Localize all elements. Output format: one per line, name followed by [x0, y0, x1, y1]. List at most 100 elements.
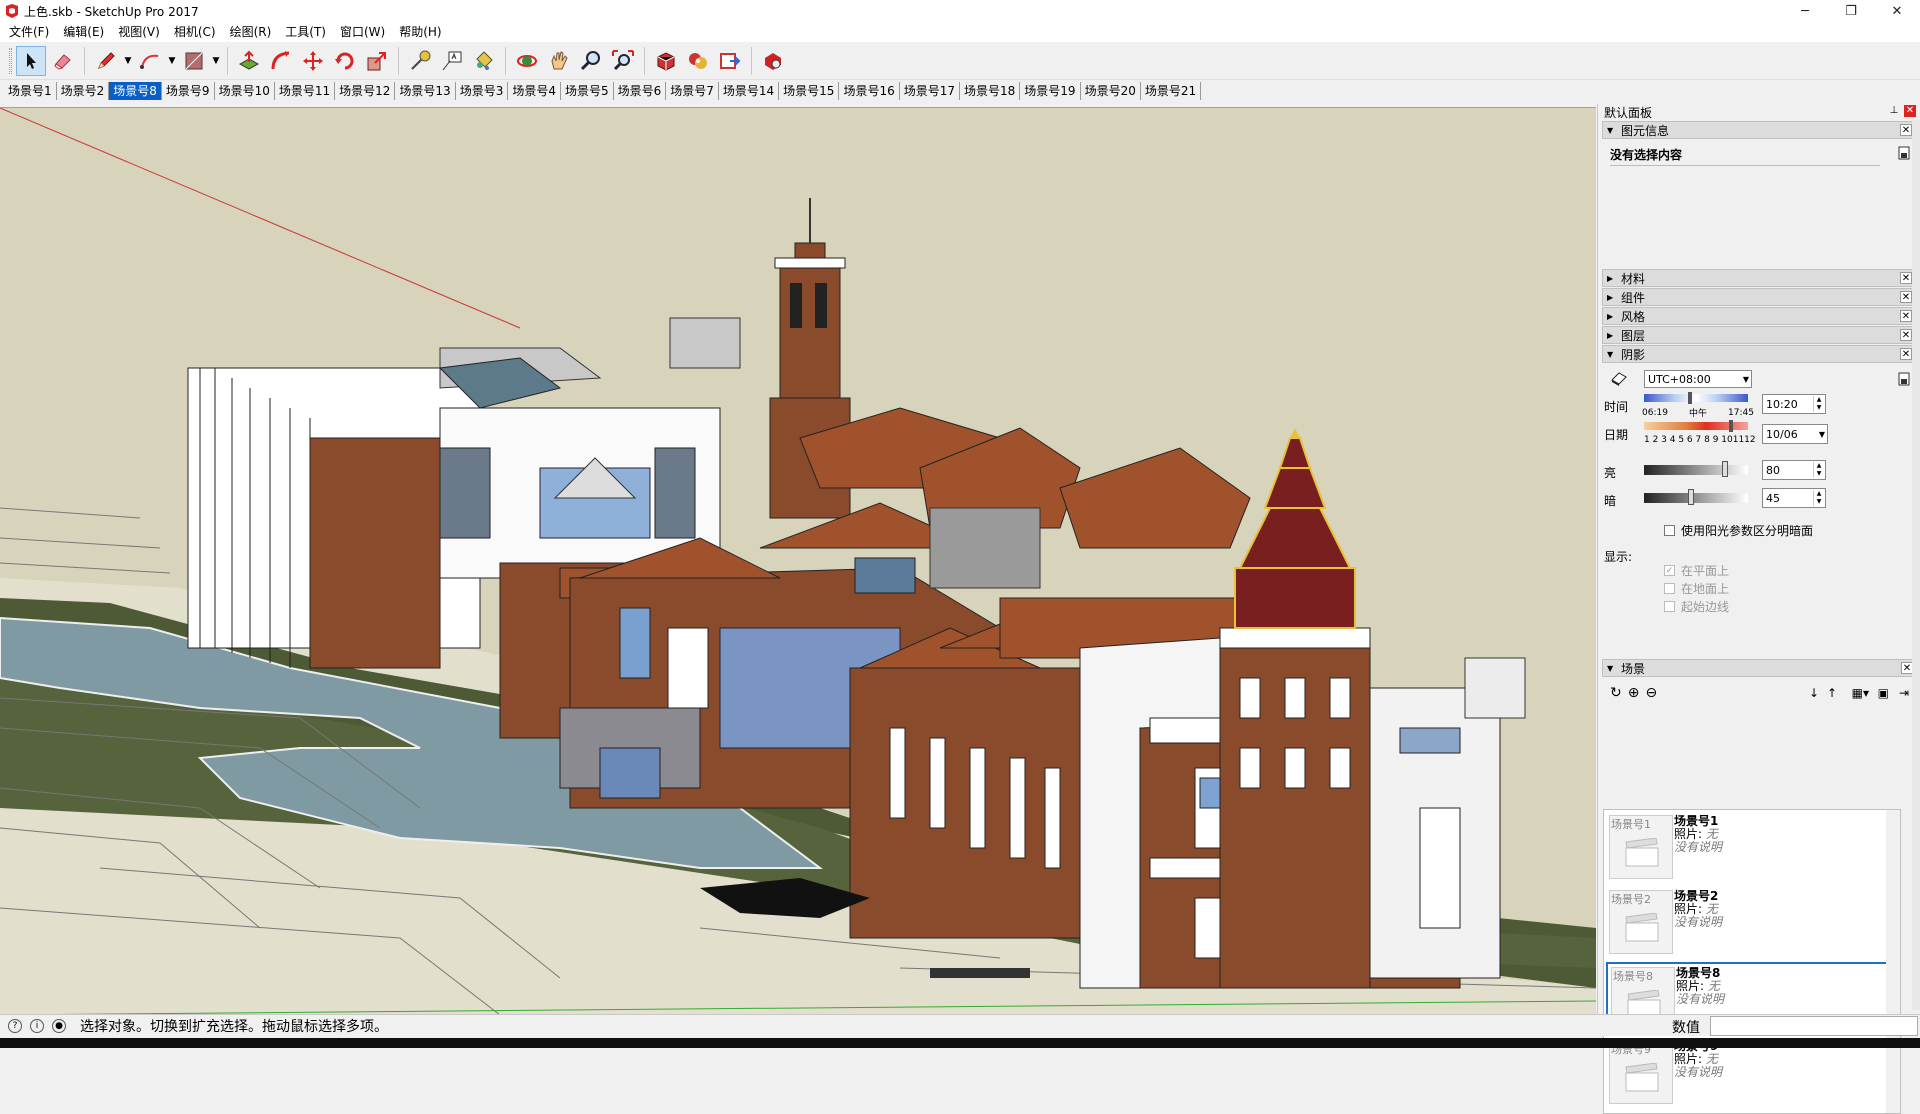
scene-tab[interactable]: 场景号13: [395, 82, 456, 100]
measurements-input[interactable]: [1710, 1016, 1918, 1036]
scene-tab[interactable]: 场景号10: [215, 82, 275, 100]
panel-close-icon[interactable]: ✕: [1900, 291, 1912, 303]
time-slider-handle[interactable]: [1688, 392, 1692, 404]
close-window-button[interactable]: ✕: [1874, 0, 1920, 22]
toolbar-grip[interactable]: [9, 47, 12, 74]
from-edges-checkbox[interactable]: [1664, 601, 1675, 612]
use-sun-checkbox[interactable]: [1664, 525, 1675, 536]
rotate-tool-button[interactable]: [330, 46, 360, 76]
timezone-select[interactable]: UTC+08:00 ▼: [1644, 370, 1752, 388]
on-ground-checkbox[interactable]: [1664, 583, 1675, 594]
tape-measure-tool-button[interactable]: [405, 46, 435, 76]
pencil-tool-button[interactable]: [91, 46, 121, 76]
pin-icon[interactable]: ⊥: [1888, 105, 1900, 117]
pencil-dropdown[interactable]: ▼: [122, 46, 134, 76]
remove-scene-icon[interactable]: ⊖: [1645, 685, 1657, 701]
components-panel-header[interactable]: ▶ 组件 ✕: [1602, 288, 1916, 306]
panel-close-icon[interactable]: ✕: [1900, 272, 1912, 284]
light-slider[interactable]: [1644, 465, 1748, 475]
model-viewport[interactable]: [0, 107, 1596, 1014]
menu-edit[interactable]: 编辑(E): [56, 22, 111, 42]
date-input[interactable]: 10/06 ▼: [1762, 424, 1828, 444]
detail-toggle-icon[interactable]: ▣: [1878, 686, 1889, 700]
panel-close-icon[interactable]: ✕: [1900, 348, 1912, 360]
spinner-arrows-icon[interactable]: ▲ ▼: [1813, 462, 1824, 478]
shape-dropdown[interactable]: ▼: [210, 46, 222, 76]
extension-manager-button[interactable]: [758, 46, 788, 76]
pan-tool-button[interactable]: [544, 46, 574, 76]
follow-me-tool-button[interactable]: [266, 46, 296, 76]
menu-help[interactable]: 帮助(H): [392, 22, 448, 42]
scene-tab[interactable]: 场景号16: [839, 82, 900, 100]
push-pull-tool-button[interactable]: [234, 46, 264, 76]
scene-tab-active[interactable]: 场景号8: [109, 82, 162, 100]
on-ground-row[interactable]: 在地面上: [1664, 580, 1729, 597]
entity-info-header[interactable]: ▼ 图元信息 ✕: [1602, 121, 1916, 139]
zoom-extents-tool-button[interactable]: [608, 46, 638, 76]
dark-slider-handle[interactable]: [1688, 489, 1695, 505]
menu-draw[interactable]: 绘图(R): [223, 22, 279, 42]
move-tool-button[interactable]: [298, 46, 328, 76]
scene-tab[interactable]: 场景号14: [719, 82, 780, 100]
on-faces-row[interactable]: ✓ 在平面上: [1664, 562, 1729, 579]
menu-tools[interactable]: 工具(T): [278, 22, 333, 42]
panel-close-icon[interactable]: ✕: [1900, 329, 1912, 341]
materials-panel-header[interactable]: ▶ 材料 ✕: [1602, 269, 1916, 287]
scene-tab[interactable]: 场景号3: [456, 82, 509, 100]
scene-list-scrollbar[interactable]: [1886, 810, 1900, 1113]
menu-window[interactable]: 窗口(W): [333, 22, 392, 42]
credits-icon[interactable]: i: [30, 1018, 44, 1033]
shadows-panel-header[interactable]: ▼ 阴影 ✕: [1602, 345, 1916, 363]
scene-tab[interactable]: 场景号18: [960, 82, 1021, 100]
detail-toggle-icon[interactable]: [1898, 372, 1910, 386]
eraser-tool-button[interactable]: [48, 46, 78, 76]
maximize-button[interactable]: ❐: [1828, 0, 1874, 22]
shadow-toggle-icon[interactable]: [1610, 370, 1628, 386]
layers-panel-header[interactable]: ▶ 图层 ✕: [1602, 326, 1916, 344]
on-faces-checkbox[interactable]: ✓: [1664, 565, 1675, 576]
scene-tab[interactable]: 场景号7: [666, 82, 719, 100]
select-tool-button[interactable]: [16, 45, 46, 76]
arc-dropdown[interactable]: ▼: [166, 46, 178, 76]
scene-tab[interactable]: 场景号21: [1141, 82, 1202, 100]
light-input[interactable]: 80 ▲ ▼: [1762, 460, 1826, 480]
warehouse-button[interactable]: [651, 46, 681, 76]
arc-tool-button[interactable]: [135, 46, 165, 76]
zoom-tool-button[interactable]: [576, 46, 606, 76]
scene-tab[interactable]: 场景号15: [779, 82, 840, 100]
extension-warehouse-button[interactable]: [683, 46, 713, 76]
detail-toggle-icon[interactable]: [1898, 146, 1910, 160]
menu-view[interactable]: 视图(V): [111, 22, 167, 42]
expand-panel-icon[interactable]: ⇥: [1899, 686, 1909, 700]
scene-tab[interactable]: 场景号4: [508, 82, 561, 100]
orbit-tool-button[interactable]: [512, 46, 542, 76]
scale-tool-button[interactable]: [362, 46, 392, 76]
calendar-dropdown-icon[interactable]: ▼: [1819, 430, 1825, 439]
date-slider-handle[interactable]: [1729, 420, 1733, 432]
scene-tab[interactable]: 场景号2: [57, 82, 110, 100]
panel-close-icon[interactable]: ✕: [1900, 310, 1912, 322]
time-input[interactable]: 10:20 ▲ ▼: [1762, 394, 1826, 414]
spinner-arrows-icon[interactable]: ▲ ▼: [1813, 490, 1824, 506]
rectangle-tool-button[interactable]: [179, 46, 209, 76]
user-icon[interactable]: ●: [52, 1018, 66, 1033]
scene-tab[interactable]: 场景号1: [4, 82, 57, 100]
move-scene-down-icon[interactable]: ↓: [1809, 686, 1819, 700]
menu-camera[interactable]: 相机(C): [167, 22, 223, 42]
styles-panel-header[interactable]: ▶ 风格 ✕: [1602, 307, 1916, 325]
panel-close-icon[interactable]: ✕: [1900, 124, 1912, 136]
scene-tab[interactable]: 场景号17: [900, 82, 961, 100]
light-slider-handle[interactable]: [1722, 461, 1729, 477]
scene-tab[interactable]: 场景号9: [162, 82, 215, 100]
geolocation-icon[interactable]: ?: [8, 1018, 22, 1033]
dark-input[interactable]: 45 ▲ ▼: [1762, 488, 1826, 508]
scenes-panel-header[interactable]: ▼ 场景 ✕: [1602, 659, 1917, 677]
dark-slider[interactable]: [1644, 493, 1748, 503]
scene-tab[interactable]: 场景号11: [275, 82, 336, 100]
paint-bucket-tool-button[interactable]: [469, 46, 499, 76]
scene-tab[interactable]: 场景号6: [614, 82, 667, 100]
move-scene-up-icon[interactable]: ↑: [1827, 686, 1837, 700]
scene-tab[interactable]: 场景号20: [1081, 82, 1141, 100]
scene-list-item[interactable]: 场景号1 场景号1 照片: 无 没有说明: [1606, 812, 1898, 885]
from-edges-row[interactable]: 起始边线: [1664, 598, 1729, 615]
